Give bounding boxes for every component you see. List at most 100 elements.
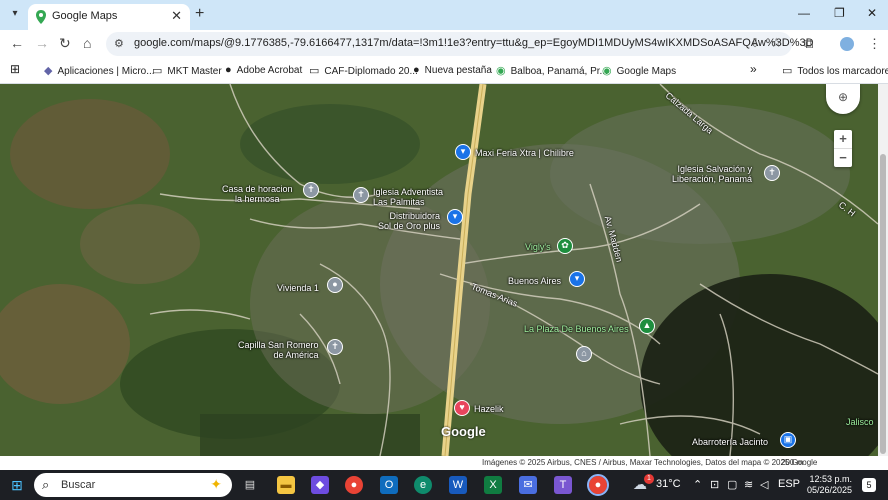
address-bar[interactable]: ⚙ google.com/maps/@9.1776385,-79.6166477…	[106, 32, 814, 56]
edge-icon[interactable]: e	[414, 476, 432, 494]
menu-icon[interactable]: ⋮	[868, 36, 881, 52]
place-label-maxi-feria[interactable]: Maxi Feria Xtra | Chilibre	[475, 148, 574, 158]
folder-icon: ▭	[309, 65, 320, 77]
park-pin-icon[interactable]: ✿	[557, 238, 573, 254]
globe-icon: ●	[225, 64, 232, 76]
maps-pin-icon: ◉	[496, 65, 506, 77]
clock-time: 12:53 p.m.	[809, 474, 852, 484]
search-icon: ⌕	[42, 477, 50, 492]
show-hidden-icons[interactable]: ⌃	[693, 478, 702, 491]
place-label-capilla[interactable]: Capilla San Romero de América	[238, 340, 319, 360]
scale-label[interactable]: 200 m	[781, 458, 803, 467]
grocery-pin-icon[interactable]: ▣	[780, 432, 796, 448]
place-label-hazelik[interactable]: Hazelik	[474, 404, 504, 414]
bookmark-mkt-master[interactable]: ▭ MKT Master	[152, 64, 222, 77]
extensions-icon[interactable]: ⧉	[804, 36, 813, 52]
place-label-vivienda[interactable]: Vivienda 1	[277, 283, 319, 293]
satellite-imagery	[0, 84, 878, 456]
folder-icon: ▭	[152, 65, 163, 77]
tab-search-button[interactable]: ▾	[6, 5, 24, 23]
calendar-mail-icon[interactable]: ✉	[519, 476, 537, 494]
reload-button[interactable]: ↻	[59, 35, 71, 52]
place-label-iglesia-adventista[interactable]: Iglesia Adventista Las Palmitas	[373, 187, 443, 207]
home-button[interactable]: ⌂	[83, 35, 91, 51]
more-bookmarks-button[interactable]: »	[750, 62, 757, 76]
taskbar-clock[interactable]: 12:53 p.m. 05/26/2025	[800, 474, 852, 496]
place-label-viglys[interactable]: Vigly's	[525, 242, 551, 252]
restore-button[interactable]: ❐	[834, 6, 845, 20]
shopping-pin-icon[interactable]: ▾	[569, 271, 585, 287]
apps-grid-icon[interactable]: ⊞	[10, 62, 20, 76]
google-logo: Google	[441, 424, 486, 439]
taskbar-search-box[interactable]: ⌕ Buscar ✦	[34, 473, 232, 497]
close-tab-icon[interactable]: ✕	[171, 8, 182, 24]
notification-count-badge[interactable]: 5	[862, 478, 876, 492]
volume-icon[interactable]: ◁	[760, 478, 768, 491]
bookmark-adobe-acrobat[interactable]: ● Adobe Acrobat	[225, 64, 302, 76]
church-pin-icon[interactable]: ✝	[303, 182, 319, 198]
place-label-distribuidora[interactable]: Distribuidora Sol de Oro plus	[378, 211, 440, 231]
bookmark-aplicaciones[interactable]: ◆ Aplicaciones | Micro...	[44, 64, 155, 77]
attribution-text[interactable]: Imágenes © 2025 Airbus, CNES / Airbus, M…	[482, 458, 817, 467]
vertical-scrollbar[interactable]	[878, 84, 888, 456]
zoom-control: + −	[834, 130, 852, 167]
word-icon[interactable]: W	[449, 476, 467, 494]
weather-badge: 1	[644, 474, 654, 484]
wifi-icon[interactable]: ≋	[744, 478, 753, 491]
chrome-icon[interactable]: ●	[345, 476, 363, 494]
weather-temperature[interactable]: 31°C	[656, 478, 681, 490]
minimize-button[interactable]: —	[798, 6, 810, 20]
church-pin-icon[interactable]: ✝	[764, 165, 780, 181]
forward-button[interactable]: →	[35, 35, 49, 51]
tray-app-icon[interactable]: ⊡	[710, 478, 719, 491]
folder-icon: ▭	[782, 65, 793, 77]
install-app-icon[interactable]: ⇩	[750, 36, 760, 50]
outlook-icon[interactable]: O	[380, 476, 398, 494]
bookmark-caf-diplomado[interactable]: ▭ CAF-Diplomado 20...	[309, 64, 418, 77]
church-pin-icon[interactable]: ✝	[353, 187, 369, 203]
new-tab-button[interactable]: +	[195, 5, 204, 23]
zoom-in-button[interactable]: +	[834, 130, 852, 148]
place-label-plaza-buenos-aires[interactable]: La Plaza De Buenos Aires	[524, 324, 629, 334]
windows-start-icon[interactable]: ⊞	[8, 476, 26, 494]
windows-taskbar: ⊞ ⌕ Buscar ✦ ▤ ▬ ◆ ● O e W X ✉ T ● ☁ 1 3…	[0, 470, 888, 500]
teams-icon[interactable]: T	[554, 476, 572, 494]
zoom-out-button[interactable]: −	[834, 148, 852, 166]
place-label-iglesia-salvacion[interactable]: Iglesia Salvación y Liberación, Panamá	[672, 164, 752, 184]
maps-favicon-icon	[36, 10, 46, 24]
scrollbar-thumb[interactable]	[880, 154, 886, 454]
place-label-buenos-aires[interactable]: Buenos Aires	[508, 276, 561, 286]
globe-icon: ●	[413, 64, 420, 76]
bookmark-google-maps[interactable]: ◉ Google Maps	[602, 64, 676, 77]
url-text[interactable]: google.com/maps/@9.1776385,-79.6166477,1…	[134, 37, 814, 49]
heart-pin-icon[interactable]: ♥	[454, 400, 470, 416]
profile-avatar[interactable]	[840, 37, 854, 51]
file-explorer-icon[interactable]: ▬	[277, 476, 295, 494]
maps-pin-icon: ◉	[602, 65, 612, 77]
all-bookmarks-folder[interactable]: ▭ Todos los marcadores	[782, 64, 888, 77]
place-label-casa-horacion[interactable]: Casa de horacion la hermosa	[222, 184, 293, 204]
shopping-pin-icon[interactable]: ▾	[455, 144, 471, 160]
chrome-active-icon[interactable]: ●	[587, 474, 609, 496]
satellite-map[interactable]: Calzada Larga Av. Madden Tomas Arias C. …	[0, 84, 878, 456]
place-label-abarroteria[interactable]: Abarrotería Jacinto	[692, 437, 768, 447]
tray-device-icon[interactable]: ▢	[727, 478, 737, 491]
task-view-icon[interactable]: ▤	[241, 476, 259, 494]
back-button[interactable]: ←	[10, 35, 24, 51]
park-pin-icon[interactable]: ▲	[639, 318, 655, 334]
place-label-jalisco[interactable]: Jalisco	[846, 417, 874, 427]
bookmark-star-icon[interactable]: ☆	[770, 35, 782, 51]
language-indicator[interactable]: ESP	[778, 478, 800, 490]
excel-icon[interactable]: X	[484, 476, 502, 494]
close-window-button[interactable]: ✕	[867, 6, 877, 20]
bookmark-balboa[interactable]: ◉ Balboa, Panamá, Pr...	[496, 64, 608, 77]
tab-google-maps[interactable]: Google Maps ✕	[28, 4, 190, 30]
site-info-icon[interactable]: ⚙	[114, 37, 124, 50]
tab-title: Google Maps	[52, 10, 118, 22]
shopping-pin-icon[interactable]: ▾	[447, 209, 463, 225]
bookmark-nueva-pestana[interactable]: ● Nueva pestaña	[413, 64, 492, 76]
place-pin-icon[interactable]: ●	[327, 277, 343, 293]
school-pin-icon[interactable]: ⌂	[576, 346, 592, 362]
church-pin-icon[interactable]: ✝	[327, 339, 343, 355]
copilot-icon[interactable]: ◆	[311, 476, 329, 494]
